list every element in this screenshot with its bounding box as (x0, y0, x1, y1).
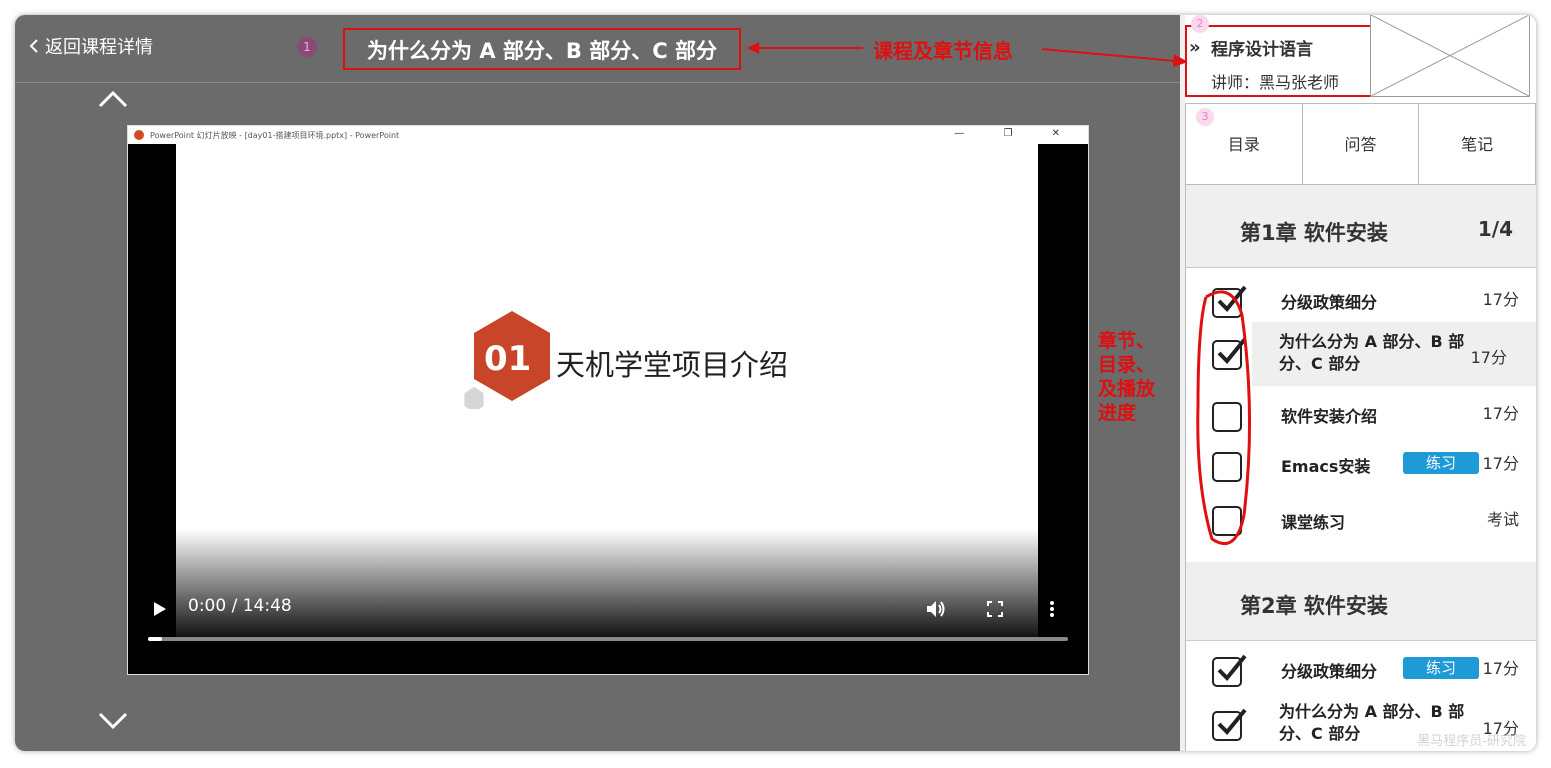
tab-notes[interactable]: 笔记 (1419, 104, 1535, 184)
chevron-up-icon[interactable] (97, 87, 129, 111)
watermark: 黑马程序员-研究院 (1417, 734, 1526, 749)
slide-number-hexagon: 01 (446, 309, 556, 413)
slide: 01 天机学堂项目介绍 (176, 144, 1038, 639)
marker-badge-3: 3 (1196, 108, 1214, 126)
list-item[interactable]: 分级政策细分 练习 17分 (1186, 641, 1536, 691)
app-frame: 返回课程详情 1 为什么分为 A 部分、B 部分、C 部分 课程及章节信息 Po… (15, 15, 1536, 751)
video-player-area: 返回课程详情 1 为什么分为 A 部分、B 部分、C 部分 课程及章节信息 Po… (15, 15, 1180, 751)
chapter-title: 第2章 软件安装 (1240, 594, 1388, 618)
chapter-title: 第1章 软件安装 (1240, 221, 1388, 245)
chapter-progress: 1/4 (1477, 217, 1513, 241)
lesson-duration: 17分 (1482, 290, 1519, 309)
annotation-line: 进度 (1098, 402, 1137, 424)
lesson-label: 分级政策细分 (1281, 293, 1378, 312)
checkmark-icon (1217, 654, 1247, 681)
lesson-label: 课堂练习 (1281, 513, 1346, 532)
course-teacher: 讲师：黑马张老师 (1211, 73, 1340, 92)
practice-tag[interactable]: 练习 (1403, 452, 1479, 474)
marker-badge-1: 1 (297, 37, 317, 57)
back-to-course-link[interactable]: 返回课程详情 (27, 33, 153, 59)
video-frame[interactable]: PowerPoint 幻灯片放映 - [day01-搭建项目环境.pptx] -… (127, 125, 1089, 675)
annotation-circle (1196, 290, 1252, 545)
chevron-left-icon (29, 39, 38, 53)
checkbox[interactable] (1212, 654, 1247, 687)
annotation-chapter-progress: 章节、 目录、 及播放 进度 (1098, 329, 1155, 425)
video-progress-bar[interactable] (148, 637, 1068, 641)
lesson-duration: 17分 (1482, 404, 1519, 423)
checkmark-icon (1217, 708, 1247, 735)
video-progress-fill (148, 637, 162, 641)
chevron-down-icon[interactable] (97, 709, 129, 733)
slide-title: 天机学堂项目介绍 (556, 348, 789, 382)
annotation-arrow-left (747, 42, 863, 54)
powerpoint-icon (134, 130, 144, 140)
practice-tag[interactable]: 练习 (1403, 657, 1479, 679)
double-chevron-icon[interactable]: » (1189, 37, 1201, 58)
ppt-window-bar: PowerPoint 幻灯片放映 - [day01-搭建项目环境.pptx] -… (128, 126, 1088, 144)
annotation-arrow-right (1041, 48, 1188, 67)
lesson-label: 为什么分为 A 部分、B 部分、C 部分 (1279, 332, 1465, 373)
lesson-duration: 考试 (1486, 510, 1519, 529)
lesson-duration: 17分 (1470, 348, 1507, 367)
annotation-line: 目录、 (1098, 354, 1156, 376)
annotation-course-info: 课程及章节信息 (873, 39, 1013, 63)
sidebar-tabs: 3 目录 问答 笔记 (1185, 103, 1536, 185)
ppt-window-title: PowerPoint 幻灯片放映 - [day01-搭建项目环境.pptx] -… (150, 131, 400, 140)
tab-qa[interactable]: 问答 (1303, 104, 1420, 184)
annotation-line: 及播放 (1098, 378, 1156, 400)
fullscreen-icon[interactable] (986, 600, 1004, 618)
chapter-header[interactable]: 第1章 软件安装 1/4 (1186, 185, 1536, 268)
volume-icon[interactable] (924, 598, 946, 620)
slide-number: 01 (484, 339, 532, 379)
chapter-header[interactable]: 第2章 软件安装 (1186, 562, 1536, 641)
play-icon[interactable] (150, 600, 168, 618)
more-options-icon[interactable] (1048, 600, 1056, 618)
lesson-duration: 17分 (1482, 454, 1519, 473)
chapter-list: 第1章 软件安装 1/4 分级政策细分 17分 为什么分为 A 部分、B 部分、… (1185, 185, 1536, 751)
lesson-label: 软件安装介绍 (1281, 407, 1378, 426)
marker-badge-2: 2 (1191, 15, 1209, 33)
sidebar: 2 » 程序设计语言 讲师：黑马张老师 3 目录 问答 笔记 第1章 软件安装 … (1185, 15, 1536, 751)
lesson-title: 为什么分为 A 部分、B 部分、C 部分 (343, 28, 741, 70)
course-info-card: 2 » 程序设计语言 讲师：黑马张老师 (1185, 15, 1530, 97)
lesson-duration: 17分 (1482, 659, 1519, 678)
top-bar: 返回课程详情 1 为什么分为 A 部分、B 部分、C 部分 课程及章节信息 (15, 15, 1180, 83)
window-controls: — ❐ ✕ (954, 128, 1078, 139)
course-name: 程序设计语言 (1211, 40, 1313, 60)
video-controls (128, 574, 1088, 674)
back-label: 返回课程详情 (45, 37, 153, 58)
list-item-active[interactable]: 为什么分为 A 部分、B 部分、C 部分 17分 (1212, 322, 1536, 386)
checkbox[interactable] (1212, 708, 1247, 741)
video-time: 0:00 / 14:48 (188, 596, 292, 616)
annotation-line: 章节、 (1098, 330, 1156, 352)
course-thumbnail (1370, 15, 1530, 97)
